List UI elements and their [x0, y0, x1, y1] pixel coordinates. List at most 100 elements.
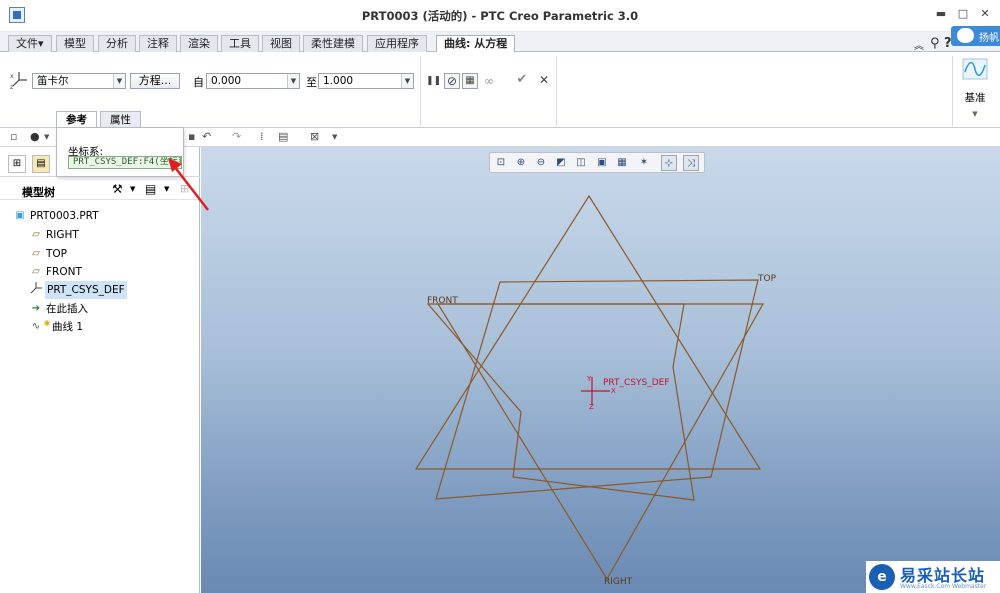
minimize-button[interactable]: ▬ — [934, 8, 948, 20]
to-label: 至 — [306, 76, 317, 89]
coord-type-select[interactable]: 笛卡尔 ▼ — [32, 73, 126, 89]
cloud-icon — [957, 28, 974, 43]
right-plane-label: RIGHT — [604, 577, 633, 587]
tab-file[interactable]: 文件▾ — [8, 35, 52, 52]
from-value: 0.000 — [211, 75, 242, 87]
undo-icon[interactable]: ↶ — [202, 130, 211, 143]
part-icon: ▣ — [15, 210, 25, 221]
cloud-label: 扬帆 — [979, 33, 999, 44]
window-title: PRT0003 (活动的) - PTC Creo Parametric 3.0 — [361, 9, 639, 23]
datum-plane-icon: ▱ — [32, 229, 40, 240]
chevron-down-icon: ▼ — [972, 110, 978, 118]
right-plane-down[interactable] — [436, 303, 765, 581]
right-plane-up[interactable] — [414, 194, 762, 470]
from-value-input[interactable]: 0.000 ▼ — [206, 73, 300, 89]
chevron-down-icon[interactable]: ▼ — [44, 133, 49, 141]
tree-settings-icon[interactable]: ⚒ — [112, 182, 123, 196]
pause-icon[interactable]: ❚❚ — [425, 73, 441, 89]
chevron-down-icon: ▼ — [113, 74, 125, 88]
close-button[interactable]: ✕ — [978, 8, 992, 20]
tab-annotate[interactable]: 注释 — [139, 35, 177, 52]
regenerate-icon[interactable]: ⁞ — [260, 130, 264, 143]
chevron-down-icon: ▼ — [287, 74, 299, 88]
x-axis-label: X — [611, 387, 616, 395]
model-geometry — [414, 194, 765, 581]
tab-tools[interactable]: 工具 — [221, 35, 259, 52]
top-plane-label: TOP — [758, 274, 777, 284]
chevron-down-icon[interactable]: ▼ — [130, 185, 135, 193]
close-window-icon[interactable]: ⊠ — [310, 130, 319, 143]
front-plane[interactable] — [426, 303, 695, 501]
tree-item-insert-here[interactable]: ➔ 在此插入 — [0, 300, 200, 318]
tab-references[interactable]: 参考 — [56, 111, 97, 128]
tab-curve-from-equation[interactable]: 曲线: 从方程 — [436, 35, 516, 53]
watermark-logo-icon: e — [869, 564, 895, 590]
watermark-subtitle: Www.Easck.Com Webmaster — [900, 583, 987, 590]
tab-properties[interactable]: 属性 — [100, 111, 141, 128]
datum-curve-icon — [960, 58, 990, 86]
datum-label: 基准 — [964, 92, 986, 104]
datum-plane-icon: ▱ — [32, 266, 40, 277]
preview-icon[interactable]: ▦ — [462, 73, 478, 89]
ribbon-divider — [556, 56, 557, 126]
tree-item-front[interactable]: ▱ FRONT — [0, 263, 200, 281]
datum-plane-icon: ▱ — [32, 248, 40, 259]
red-arrow-annotation — [168, 158, 209, 211]
tab-flexible-modeling[interactable]: 柔性建模 — [303, 35, 363, 52]
ribbon-divider — [420, 56, 421, 126]
svg-text:x: x — [10, 73, 14, 80]
restore-button[interactable]: □ — [956, 8, 970, 20]
tree-item-curve[interactable]: ∿ ✱ 曲线 1 — [0, 318, 200, 336]
cancel-x-icon[interactable]: ✕ — [536, 72, 552, 88]
customize-icon[interactable]: ▼ — [332, 133, 337, 141]
from-label: 自 — [193, 76, 204, 89]
tree-item-label: RIGHT — [46, 229, 79, 241]
appearance-icon[interactable]: ● — [30, 130, 40, 143]
tab-analysis[interactable]: 分析 — [98, 35, 136, 52]
svg-text:z: z — [10, 84, 13, 90]
show-filters-icon[interactable]: ▤ — [145, 182, 156, 196]
tree-item-label: 曲线 1 — [52, 321, 84, 333]
new-file-icon[interactable]: ▫ — [10, 130, 17, 143]
save-icon[interactable]: ▪ — [188, 130, 195, 143]
ribbon-tab-bar: 文件▾ 模型 分析 注释 渲染 工具 视图 柔性建模 应用程序 曲线: 从方程 … — [0, 32, 1000, 53]
model-tree-title: 模型树 — [22, 186, 55, 199]
redo-icon[interactable]: ↷ — [232, 130, 241, 143]
panel-tabs: 参考 属性 — [56, 111, 202, 128]
tab-render[interactable]: 渲染 — [180, 35, 218, 52]
tab-view[interactable]: 视图 — [262, 35, 300, 52]
tree-item-csys[interactable]: PRT_CSYS_DEF — [0, 281, 200, 299]
tab-applications[interactable]: 应用程序 — [367, 35, 427, 52]
coord-type-value: 笛卡尔 — [37, 75, 69, 87]
tree-item-top[interactable]: ▱ TOP — [0, 245, 200, 263]
z-axis-label: Z — [589, 403, 594, 411]
graphics-viewport[interactable]: ⊡ ⊕ ⊖ ◩ ◫ ▣ ▦ ✶ ⊹ ⤨ FRONT TOP RIGHT PRT_… — [201, 147, 1000, 593]
creo-window: PRT0003 (活动的) - PTC Creo Parametric 3.0 … — [0, 0, 1000, 593]
to-value: 1.000 — [323, 75, 354, 87]
glasses-icon[interactable]: ∞ — [481, 73, 497, 89]
no-preview-icon[interactable]: ⊘ — [444, 73, 460, 89]
collapse-ribbon-icon[interactable]: ︽ — [914, 37, 924, 52]
model-tree-tab-icon[interactable]: ⊞ — [8, 155, 26, 173]
tree-item-label: PRT_CSYS_DEF — [45, 281, 127, 299]
tree-item-label: TOP — [46, 248, 68, 260]
y-axis-label: Y — [587, 375, 592, 383]
cloud-badge[interactable]: 扬帆 — [951, 26, 1000, 46]
tree-item-label: FRONT — [46, 266, 82, 278]
cartesian-csys-icon: x z — [9, 70, 29, 91]
csys-icon — [30, 281, 42, 302]
front-plane-label: FRONT — [427, 296, 458, 306]
tab-model[interactable]: 模型 — [56, 35, 94, 52]
datum-group[interactable]: 基准 ▼ — [960, 58, 990, 118]
tree-item-label: PRT0003.PRT — [30, 210, 99, 222]
title-bar: PRT0003 (活动的) - PTC Creo Parametric 3.0 … — [0, 0, 1000, 32]
search-icon[interactable]: ⚲ — [930, 36, 940, 51]
equation-button[interactable]: 方程... — [130, 73, 180, 89]
site-watermark: e 易采站长站 Www.Easck.Com Webmaster — [866, 561, 1000, 593]
tree-item-right[interactable]: ▱ RIGHT — [0, 226, 200, 244]
folder-browser-tab-icon[interactable]: ▤ — [32, 155, 50, 173]
ok-check-icon[interactable]: ✔ — [514, 72, 530, 88]
ribbon-divider — [952, 56, 953, 126]
to-value-input[interactable]: 1.000 ▼ — [318, 73, 414, 89]
windows-icon[interactable]: ▤ — [278, 130, 288, 143]
